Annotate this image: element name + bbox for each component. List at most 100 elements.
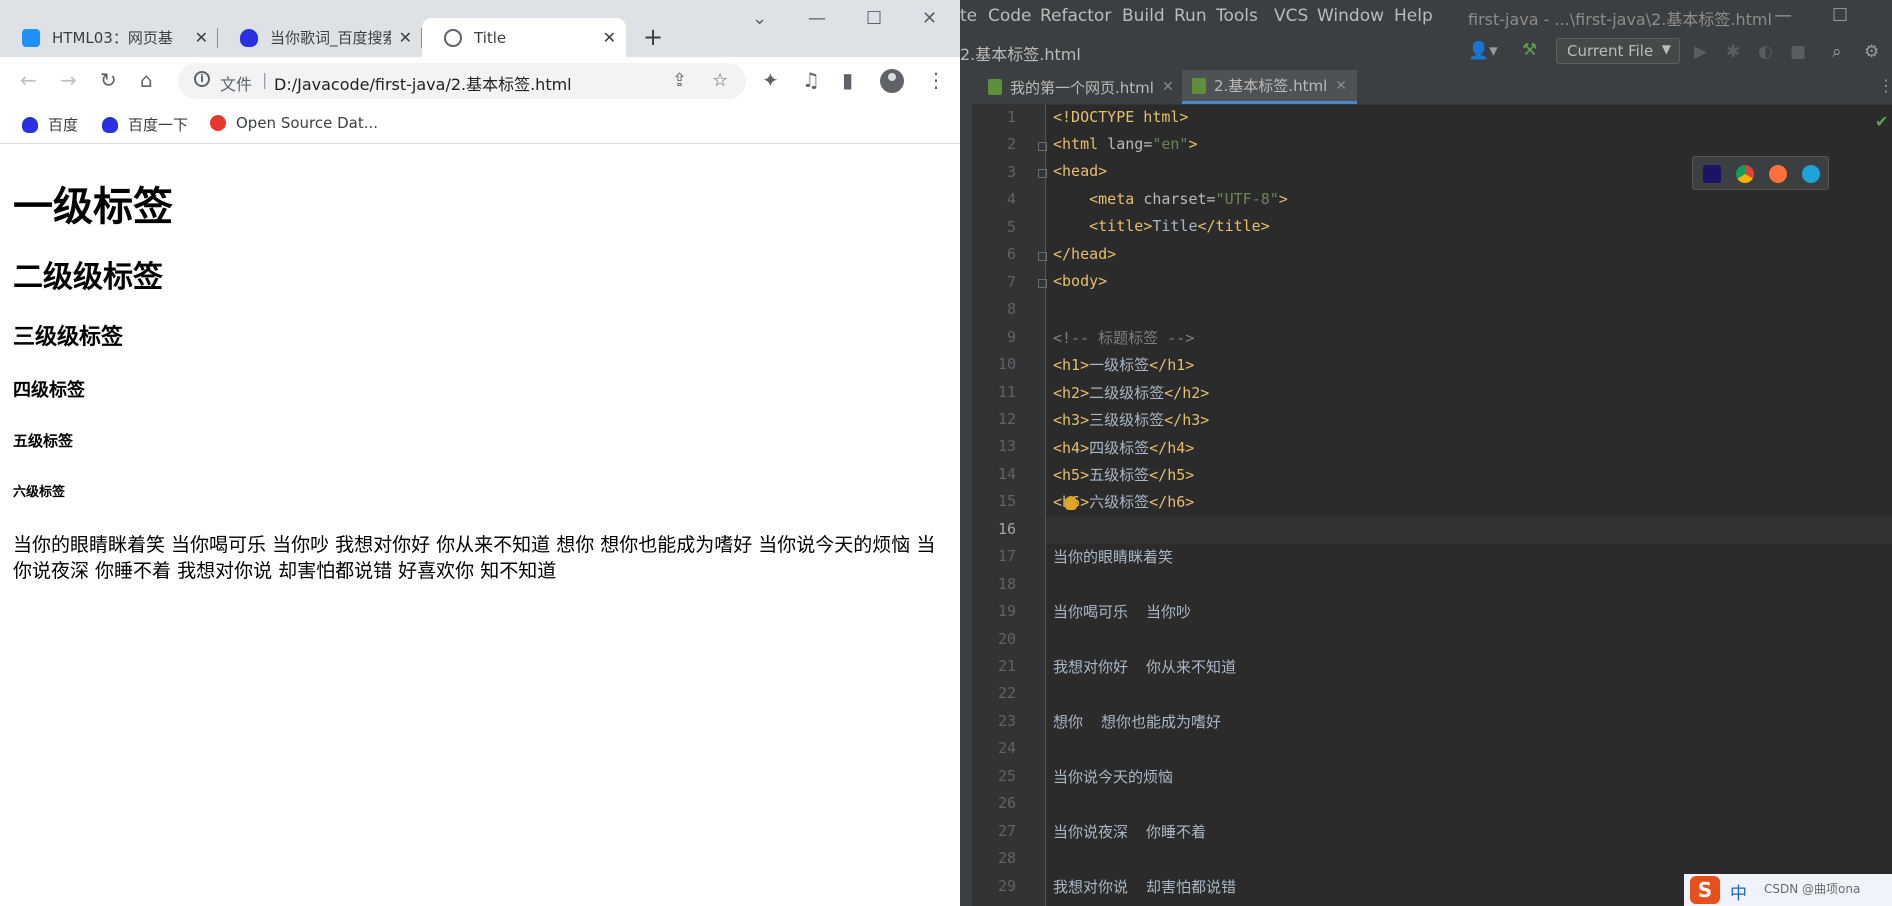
edge-icon[interactable]: [1802, 165, 1820, 183]
code-line-29[interactable]: 我想对你说 却害怕都说错: [1053, 876, 1236, 897]
gear-icon[interactable]: ⚙: [1864, 42, 1879, 62]
code-line-5[interactable]: <title>Title</title>: [1053, 217, 1270, 235]
address-bar[interactable]: i 文件 | D:/Javacode/first-java/2.基本标签.htm…: [178, 63, 746, 99]
firefox-icon[interactable]: [1769, 165, 1787, 183]
menu-item[interactable]: te: [960, 6, 977, 26]
debug-icon[interactable]: ✱: [1726, 42, 1740, 62]
star-icon[interactable]: ☆: [712, 70, 728, 91]
editor-tab-label: 我的第一个网页.html: [1010, 78, 1154, 97]
code-line-4[interactable]: <meta charset="UTF-8">: [1053, 190, 1288, 208]
line-number: 28: [997, 849, 1016, 867]
code-line-23[interactable]: 想你 想你也能成为嗜好: [1053, 711, 1221, 732]
code-line-17[interactable]: 当你的眼睛眯着笑: [1053, 546, 1173, 567]
side-panel-icon[interactable]: ▮: [842, 68, 853, 92]
user-icon[interactable]: 👤▾: [1468, 41, 1498, 61]
menu-tools[interactable]: Tools: [1216, 6, 1258, 26]
home-button[interactable]: ⌂: [140, 68, 153, 92]
maximize-button[interactable]: ☐: [866, 8, 882, 29]
share-icon[interactable]: ⇪: [672, 70, 687, 91]
lightbulb-icon[interactable]: [1065, 496, 1077, 510]
sogou-icon[interactable]: S: [1690, 876, 1720, 904]
code-line-12[interactable]: <h3>三级级标签</h3>: [1053, 409, 1209, 430]
menu-window[interactable]: Window: [1317, 6, 1384, 26]
search-icon[interactable]: ⌕: [1832, 42, 1842, 62]
editor-tab-first-page[interactable]: 我的第一个网页.html ✕: [978, 70, 1184, 104]
code-line-21[interactable]: 我想对你好 你从来不知道: [1053, 656, 1236, 677]
minimize-button[interactable]: —: [1774, 5, 1792, 26]
close-icon[interactable]: ✕: [195, 28, 208, 47]
menu-vcs[interactable]: VCS: [1274, 6, 1308, 26]
profile-avatar[interactable]: [880, 69, 904, 93]
code-line-11[interactable]: <h2>二级级标签</h2>: [1053, 382, 1209, 403]
menu-build[interactable]: Build: [1122, 6, 1165, 26]
code-line-7[interactable]: <body>: [1053, 272, 1107, 290]
bookmark-baidu-yixia[interactable]: 百度一下: [102, 114, 188, 135]
heading-6: 六级标签: [13, 485, 66, 500]
bookmark-open-source[interactable]: Open Source Dat...: [210, 114, 378, 132]
code-line-14[interactable]: <h5>五级标签</h5>: [1053, 464, 1194, 485]
code-line-10[interactable]: <h1>一级标签</h1>: [1053, 354, 1194, 375]
close-icon[interactable]: ✕: [603, 28, 616, 47]
minimize-button[interactable]: —: [808, 8, 826, 29]
code-line-2[interactable]: <html lang="en">: [1053, 135, 1198, 153]
close-icon[interactable]: ✕: [399, 28, 412, 47]
close-icon[interactable]: ✕: [1162, 79, 1174, 95]
tab-search-icon[interactable]: ⌄: [752, 8, 767, 29]
fold-marker[interactable]: [1038, 252, 1047, 261]
line-number: 16: [997, 520, 1016, 538]
close-icon[interactable]: ✕: [1335, 78, 1347, 94]
ime-mode[interactable]: 中: [1730, 879, 1747, 904]
browser-window: HTML03：网页基 ✕ 当你歌词_百度搜索 ✕ Title ✕ + ⌄ — ☐…: [0, 0, 961, 906]
code-tag: >: [1188, 135, 1198, 153]
back-button[interactable]: ←: [20, 68, 37, 92]
code-line-6[interactable]: </head>: [1053, 245, 1116, 263]
stop-icon[interactable]: ■: [1790, 42, 1806, 62]
menu-refactor[interactable]: Refactor: [1040, 6, 1111, 26]
code-line-19[interactable]: 当你喝可乐 当你吵: [1053, 601, 1191, 622]
line-number: 5: [1006, 218, 1016, 236]
extensions-icon[interactable]: ✦: [762, 68, 779, 92]
fold-marker[interactable]: [1038, 279, 1047, 288]
code-text: 一级标签: [1089, 356, 1150, 374]
editor-tab-basic-tags[interactable]: 2.基本标签.html ✕: [1182, 70, 1357, 104]
reload-button[interactable]: ↻: [100, 68, 117, 92]
bookmark-baidu[interactable]: 百度: [22, 114, 78, 135]
code-line-1[interactable]: <!DOCTYPE html>: [1053, 108, 1188, 126]
run-icon[interactable]: ▶: [1694, 42, 1707, 62]
code-line-3[interactable]: <head>: [1053, 162, 1107, 180]
tabs-menu-icon[interactable]: ⋮: [1878, 76, 1892, 95]
tab-html03[interactable]: HTML03：网页基 ✕: [0, 18, 218, 57]
line-number: 19: [997, 602, 1016, 620]
media-icon[interactable]: ♫: [802, 68, 820, 92]
new-tab-button[interactable]: +: [643, 24, 663, 50]
fold-marker[interactable]: [1038, 142, 1047, 151]
menu-code[interactable]: Code: [988, 6, 1032, 26]
code-line-25[interactable]: 当你说今天的烦恼: [1053, 766, 1173, 787]
run-config-dropdown[interactable]: Current File ▼: [1556, 38, 1680, 64]
forward-button[interactable]: →: [60, 68, 77, 92]
line-number: 4: [1006, 190, 1016, 208]
line-number: 11: [997, 383, 1016, 401]
menu-help[interactable]: Help: [1394, 6, 1433, 26]
breadcrumb[interactable]: 2.基本标签.html: [960, 41, 1081, 65]
close-window-button[interactable]: ✕: [922, 8, 937, 29]
code-tag: </h6>: [1149, 493, 1195, 511]
intellij-icon[interactable]: [1703, 165, 1721, 183]
code-line-9[interactable]: <!-- 标题标签 -->: [1053, 327, 1194, 348]
code-line-13[interactable]: <h4>四级标签</h4>: [1053, 437, 1194, 458]
menu-icon[interactable]: ⋮: [926, 68, 946, 92]
tab-title[interactable]: Title ✕: [422, 18, 626, 57]
menu-run[interactable]: Run: [1174, 6, 1207, 26]
chrome-icon[interactable]: [1736, 165, 1754, 183]
maximize-button[interactable]: ☐: [1832, 5, 1848, 26]
url-text[interactable]: D:/Javacode/first-java/2.基本标签.html: [274, 71, 572, 95]
code-attr: charset=: [1143, 190, 1216, 208]
code-line-27[interactable]: 当你说夜深 你睡不着: [1053, 821, 1206, 842]
coverage-icon[interactable]: ◐: [1758, 42, 1773, 62]
current-line-highlight: [1046, 516, 1892, 544]
info-icon[interactable]: i: [194, 71, 210, 87]
code-tag: >: [1278, 190, 1288, 208]
fold-marker[interactable]: [1038, 169, 1047, 178]
tab-baidu-search[interactable]: 当你歌词_百度搜索 ✕: [218, 18, 422, 57]
hammer-icon[interactable]: ⚒: [1522, 40, 1537, 60]
